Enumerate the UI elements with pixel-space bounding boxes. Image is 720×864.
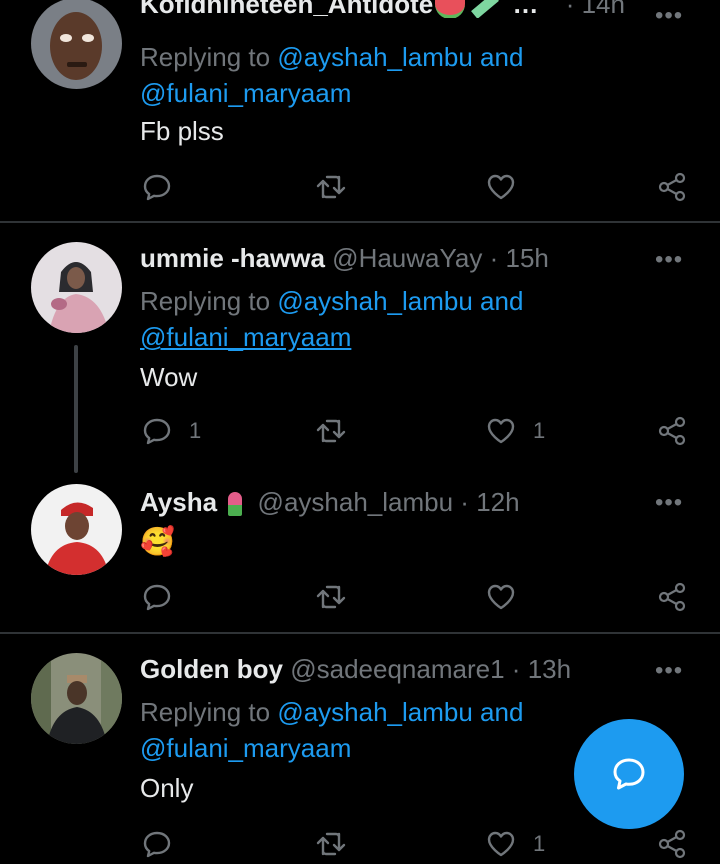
reply-icon: [143, 418, 171, 445]
syringe-emoji-icon: [471, 0, 500, 18]
replying-to: Replying to @ayshah_lambu and: [140, 42, 523, 73]
more-options-icon[interactable]: •••: [655, 659, 683, 683]
tweet-actions: [0, 577, 720, 617]
share-icon: [658, 172, 686, 202]
tweet-2[interactable]: ummie -hawwa @HauwaYay · 15h ••• Replyin…: [0, 223, 720, 473]
tweet-text: 🥰: [140, 526, 175, 557]
separator-dot: ·: [460, 487, 469, 517]
retweet-button[interactable]: [315, 167, 347, 207]
replying-to-label: Replying to: [140, 286, 271, 316]
mention-link[interactable]: @ayshah_lambu and: [277, 42, 523, 72]
avatar-image: [31, 653, 122, 744]
tweet-actions: 1 1: [0, 411, 720, 451]
timestamp[interactable]: 14h: [582, 0, 625, 18]
tweet-actions: [0, 167, 720, 207]
avatar[interactable]: [31, 242, 122, 333]
reply-button[interactable]: 1: [141, 411, 201, 451]
mention-link[interactable]: @fulani_maryaam: [140, 733, 351, 764]
like-button[interactable]: 1: [485, 411, 545, 451]
like-icon: [487, 831, 515, 857]
mention-link[interactable]: @fulani_maryaam: [140, 78, 351, 109]
compose-reply-button[interactable]: [574, 719, 684, 829]
compose-reply-icon: [613, 758, 645, 790]
tweet-3[interactable]: Aysha @ayshah_lambu · 12h ••• 🥰: [0, 473, 720, 633]
tweet-header: Aysha @ayshah_lambu · 12h: [140, 487, 640, 518]
more-options-icon[interactable]: •••: [655, 4, 683, 28]
retweet-button[interactable]: [315, 411, 347, 451]
like-button[interactable]: 1: [485, 824, 545, 864]
separator-dot: ·: [511, 654, 521, 684]
share-button[interactable]: [656, 577, 688, 617]
mention-link[interactable]: @ayshah_lambu and: [277, 697, 523, 727]
avatar[interactable]: [31, 0, 122, 89]
tweet-actions: 1: [0, 824, 720, 864]
like-count: 1: [533, 418, 546, 443]
avatar-image: [31, 0, 122, 89]
avatar[interactable]: [31, 484, 122, 575]
user-handle[interactable]: @sadeeqnamare1: [290, 654, 504, 684]
mention-link[interactable]: @fulani_maryaam: [140, 322, 351, 353]
thread-line: [74, 345, 78, 473]
share-button[interactable]: [656, 824, 688, 864]
replying-to: Replying to @ayshah_lambu and: [140, 697, 523, 728]
like-icon: [487, 584, 515, 610]
watermelon-emoji-icon: [435, 0, 466, 18]
like-count: 1: [533, 831, 546, 856]
reply-icon: [143, 584, 171, 611]
more-options-icon[interactable]: •••: [655, 248, 683, 272]
tweet-1[interactable]: Kofidnineteen_Antidote … · 14h ••• Reply…: [0, 0, 720, 222]
share-button[interactable]: [656, 167, 688, 207]
mention-link[interactable]: @ayshah_lambu and: [277, 286, 523, 316]
reply-icon: [143, 831, 171, 858]
replying-to: Replying to @ayshah_lambu and: [140, 286, 523, 317]
display-name[interactable]: Aysha: [140, 487, 217, 517]
tweet-header: Kofidnineteen_Antidote … · 14h: [140, 0, 640, 18]
share-icon: [658, 829, 686, 859]
retweet-icon: [316, 419, 346, 443]
reply-button[interactable]: [141, 577, 173, 617]
retweet-button[interactable]: [315, 577, 347, 617]
reply-button[interactable]: [141, 824, 173, 864]
tulip-emoji-icon: [228, 492, 243, 517]
separator-dot: ·: [489, 243, 499, 273]
avatar[interactable]: [31, 653, 122, 744]
tweet-text: Fb plss: [140, 116, 224, 146]
avatar-image: [31, 242, 122, 333]
avatar-image: [31, 484, 122, 575]
tweet-header: ummie -hawwa @HauwaYay · 15h: [140, 243, 640, 274]
user-handle[interactable]: @ayshah_lambu: [258, 487, 454, 517]
user-handle[interactable]: @HauwaYay: [332, 243, 482, 273]
like-icon: [487, 418, 515, 444]
tweet-header: Golden boy @sadeeqnamare1 · 13h: [140, 654, 640, 685]
reply-icon: [143, 174, 171, 201]
display-name[interactable]: ummie -hawwa: [140, 243, 325, 273]
display-name[interactable]: Kofidnineteen_Antidote: [140, 0, 433, 18]
retweet-button[interactable]: [315, 824, 347, 864]
reply-count: 1: [189, 418, 202, 443]
like-icon: [487, 174, 515, 200]
like-button[interactable]: [485, 167, 517, 207]
replying-to-label: Replying to: [140, 42, 271, 72]
display-name[interactable]: Golden boy: [140, 654, 283, 684]
timestamp[interactable]: 12h: [476, 487, 519, 517]
timestamp[interactable]: 15h: [506, 243, 549, 273]
tweet-text: Wow: [140, 362, 198, 392]
retweet-icon: [316, 175, 346, 199]
share-button[interactable]: [656, 411, 688, 451]
more-options-icon[interactable]: •••: [655, 491, 683, 515]
replying-to-label: Replying to: [140, 697, 271, 727]
retweet-icon: [316, 832, 346, 856]
tweet-text: Only: [140, 773, 194, 803]
like-button[interactable]: [485, 577, 517, 617]
share-icon: [658, 582, 686, 612]
share-icon: [658, 416, 686, 446]
user-handle[interactable]: …: [512, 0, 538, 18]
timestamp[interactable]: 13h: [528, 654, 571, 684]
retweet-icon: [316, 585, 346, 609]
reply-button[interactable]: [141, 167, 173, 207]
separator-dot: ·: [565, 0, 575, 18]
